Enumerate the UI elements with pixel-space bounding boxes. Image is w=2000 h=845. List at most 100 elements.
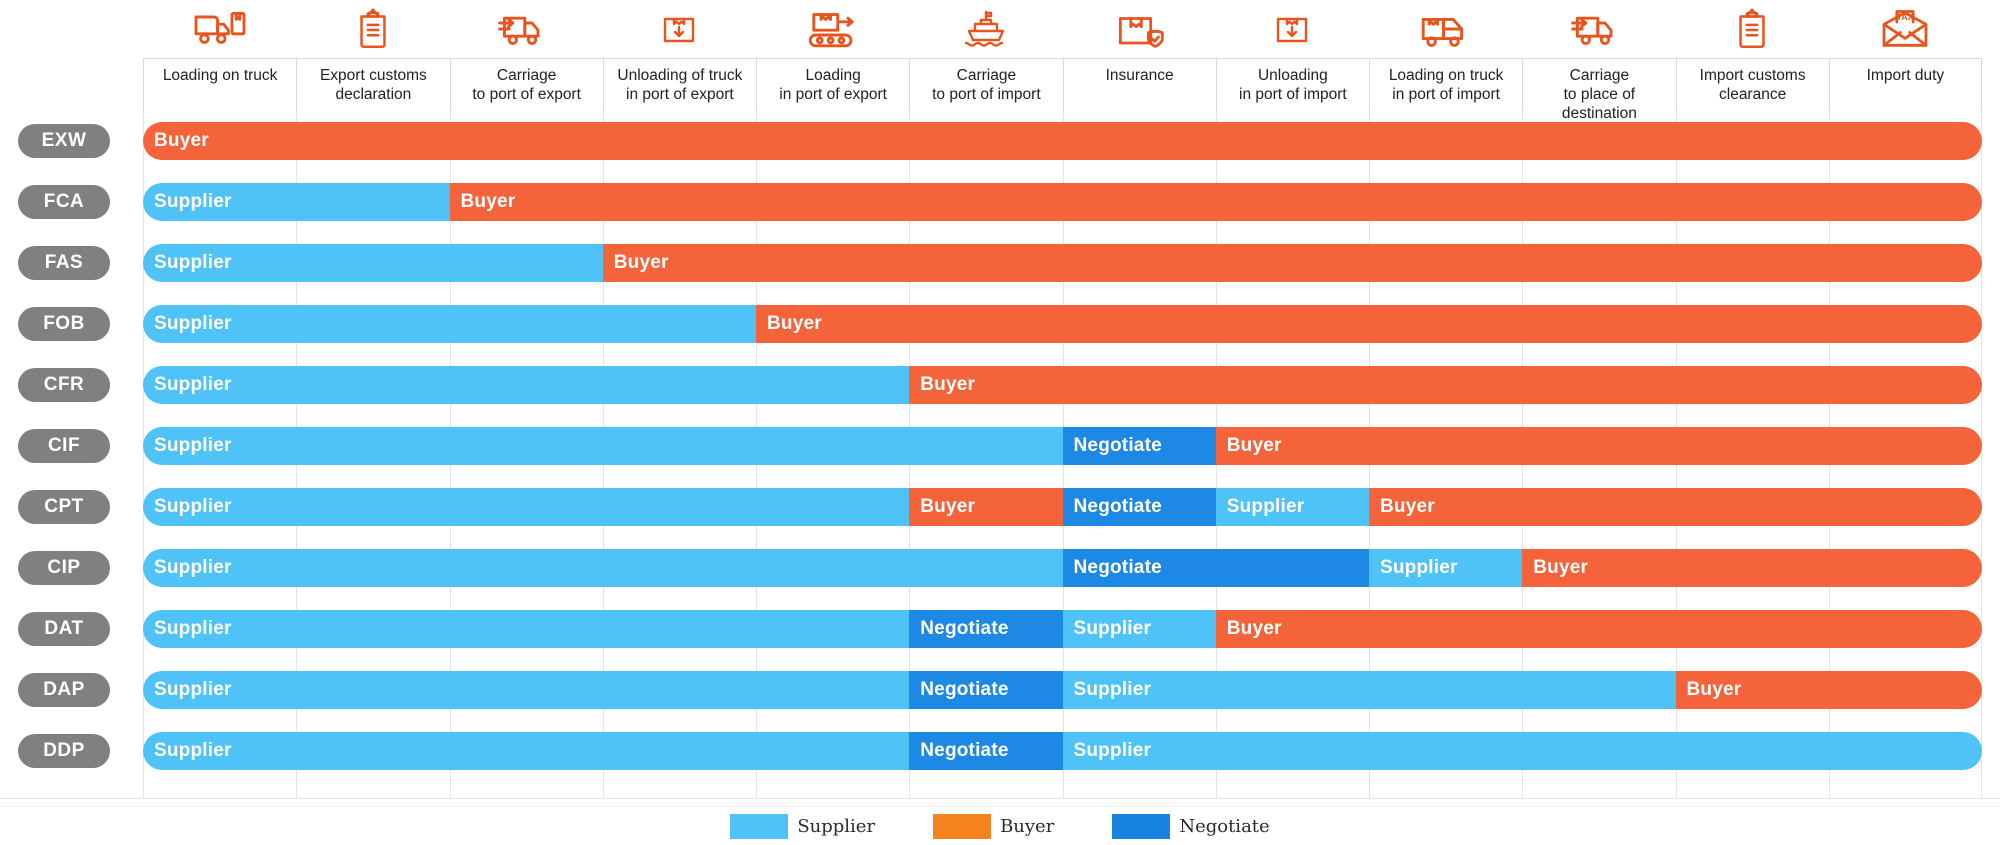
column-header-label: Loading in port of export	[779, 67, 887, 103]
bar-segment-supplier[interactable]: Supplier	[143, 365, 910, 404]
bar-segment-buyer[interactable]: Buyer	[1215, 426, 1982, 465]
incoterms-matrix: Loading on truck Export customs declarati…	[0, 0, 2000, 845]
responsibility-bar: Supplier Buyer	[143, 182, 1982, 221]
incoterm-row: CIP Supplier Negotiate Supplier Buyer	[0, 537, 2000, 598]
column-header-3: Carriage to port of export	[449, 0, 603, 124]
incoterm-rows: EXW Buyer FCA Supplier Buyer FAS Supplier Buyer…	[0, 110, 2000, 781]
bar-segment-buyer[interactable]: Buyer	[1369, 487, 1982, 526]
truck-cargo-icon	[1369, 0, 1522, 58]
responsibility-bar: Supplier Negotiate Supplier Buyer	[143, 670, 1982, 709]
column-header-4: Unloading of truck in port of export	[602, 0, 756, 124]
responsibility-bar: Supplier Buyer	[143, 365, 1982, 404]
incoterm-code-badge[interactable]: FCA	[18, 184, 110, 219]
truck-loading-icon	[143, 0, 296, 58]
legend-label: Negotiate	[1179, 815, 1270, 837]
bar-segment-buyer[interactable]: Buyer	[1675, 670, 1982, 709]
incoterm-row: FAS Supplier Buyer	[0, 232, 2000, 293]
incoterm-row: CFR Supplier Buyer	[0, 354, 2000, 415]
responsibility-bar: Supplier Buyer	[143, 243, 1982, 282]
incoterm-code-badge[interactable]: DAT	[18, 611, 110, 646]
bar-segment-supplier[interactable]: Supplier	[143, 609, 910, 648]
incoterm-row: CIF Supplier Negotiate Buyer	[0, 415, 2000, 476]
incoterm-code-badge[interactable]: CIP	[18, 550, 110, 585]
column-header-label: Insurance	[1105, 67, 1174, 84]
column-header-label: Carriage to port of import	[932, 67, 1041, 103]
box-down-arrow-icon	[603, 0, 756, 58]
bar-segment-supplier[interactable]: Supplier	[143, 182, 450, 221]
incoterm-row: DAP Supplier Negotiate Supplier Buyer	[0, 659, 2000, 720]
svg-text:TAX: TAX	[1897, 12, 1914, 22]
bottom-divider	[0, 798, 2000, 799]
legend-label: Buyer	[1000, 815, 1055, 837]
conveyor-belt-icon	[756, 0, 909, 58]
legend-item: Supplier	[730, 813, 875, 839]
legend-item: Buyer	[933, 813, 1055, 839]
bar-segment-supplier[interactable]: Supplier	[1062, 731, 1982, 770]
bar-segment-buyer[interactable]: Buyer	[909, 487, 1063, 526]
column-header-11: Import customs clearance	[1675, 0, 1829, 124]
bar-segment-buyer[interactable]: Buyer	[1522, 548, 1982, 587]
bar-segment-negotiate[interactable]: Negotiate	[909, 609, 1063, 648]
bar-segment-supplier[interactable]: Supplier	[143, 426, 1063, 465]
incoterm-code-badge[interactable]: CPT	[18, 489, 110, 524]
column-header-10: Carriage to place of destination	[1522, 0, 1676, 124]
column-header-label: Export customs declaration	[319, 67, 427, 103]
column-header-12: TAX Import duty	[1828, 0, 1982, 124]
bar-segment-negotiate[interactable]: Negotiate	[909, 670, 1063, 709]
column-header-label: Unloading in port of import	[1239, 67, 1347, 103]
bar-segment-supplier[interactable]: Supplier	[1215, 487, 1369, 526]
bar-segment-supplier[interactable]: Supplier	[1062, 609, 1216, 648]
bar-segment-negotiate[interactable]: Negotiate	[1062, 487, 1216, 526]
bar-segment-buyer[interactable]: Buyer	[143, 121, 1982, 160]
incoterm-code-badge[interactable]: EXW	[18, 123, 110, 158]
column-header-label: Loading on truck	[162, 67, 278, 84]
column-header-6: Carriage to port of import	[909, 0, 1063, 124]
bar-segment-buyer[interactable]: Buyer	[756, 304, 1982, 343]
column-header-row: Loading on truck Export customs declarati…	[0, 0, 2000, 124]
incoterm-row: FCA Supplier Buyer	[0, 171, 2000, 232]
bar-segment-supplier[interactable]: Supplier	[143, 731, 910, 770]
bar-segment-supplier[interactable]: Supplier	[143, 243, 603, 282]
bar-segment-buyer[interactable]: Buyer	[909, 365, 1982, 404]
bar-segment-negotiate[interactable]: Negotiate	[1062, 548, 1369, 587]
responsibility-bar: Supplier Buyer	[143, 304, 1982, 343]
bar-segment-supplier[interactable]: Supplier	[143, 487, 910, 526]
incoterm-code-badge[interactable]: FOB	[18, 306, 110, 341]
responsibility-bar: Supplier Negotiate Supplier Buyer	[143, 609, 1982, 648]
box-shield-icon	[1063, 0, 1216, 58]
truck-forward-arrow-icon	[450, 0, 603, 58]
bar-segment-buyer[interactable]: Buyer	[449, 182, 1982, 221]
clipboard-document-icon	[1676, 0, 1829, 58]
bar-segment-buyer[interactable]: Buyer	[602, 243, 1982, 282]
legend-item: Negotiate	[1112, 813, 1270, 839]
incoterm-code-badge[interactable]: DDP	[18, 733, 110, 768]
responsibility-bar: Supplier Negotiate Supplier	[143, 731, 1982, 770]
column-header-5: Loading in port of export	[756, 0, 910, 124]
column-header-1: Loading on truck	[143, 0, 297, 124]
bar-segment-supplier[interactable]: Supplier	[143, 670, 910, 709]
legend-swatch	[1112, 813, 1171, 839]
bar-segment-supplier[interactable]: Supplier	[1062, 670, 1676, 709]
bar-segment-buyer[interactable]: Buyer	[1215, 609, 1982, 648]
incoterm-code-badge[interactable]: FAS	[18, 245, 110, 280]
bar-segment-negotiate[interactable]: Negotiate	[1062, 426, 1216, 465]
responsibility-bar: Supplier Negotiate Buyer	[143, 426, 1982, 465]
bar-segment-supplier[interactable]: Supplier	[143, 548, 1063, 587]
incoterm-code-badge[interactable]: DAP	[18, 672, 110, 707]
legend-swatch	[933, 813, 992, 839]
incoterm-code-badge[interactable]: CIF	[18, 428, 110, 463]
column-header-7: Insurance	[1062, 0, 1216, 124]
column-header-label: Import duty	[1866, 67, 1945, 84]
incoterm-row: DDP Supplier Negotiate Supplier	[0, 720, 2000, 781]
column-header-9: Loading on truck in port of import	[1369, 0, 1523, 124]
responsibility-bar: Supplier Negotiate Supplier Buyer	[143, 548, 1982, 587]
clipboard-document-icon	[296, 0, 449, 58]
bar-segment-supplier[interactable]: Supplier	[143, 304, 756, 343]
column-header-label: Unloading of truck in port of export	[617, 67, 743, 103]
column-header-2: Export customs declaration	[296, 0, 450, 124]
legend: Supplier Buyer Negotiate	[0, 806, 2000, 845]
incoterm-code-badge[interactable]: CFR	[18, 367, 110, 402]
bar-segment-supplier[interactable]: Supplier	[1369, 548, 1523, 587]
bar-segment-negotiate[interactable]: Negotiate	[909, 731, 1063, 770]
tax-envelope-icon: TAX	[1829, 0, 1982, 58]
